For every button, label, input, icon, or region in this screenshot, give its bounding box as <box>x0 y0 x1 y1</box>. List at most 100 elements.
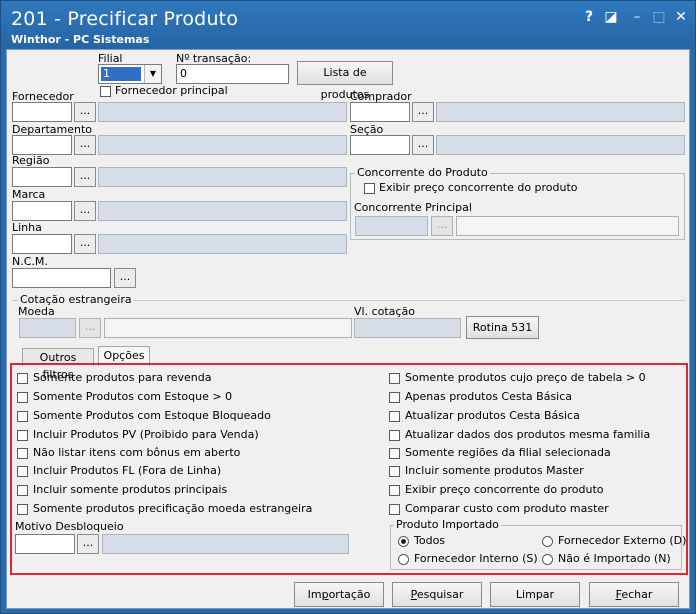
motivo-code-input[interactable] <box>15 534 75 554</box>
fornecedor-externo-label: Fornecedor Externo (D) <box>558 534 687 547</box>
nao-importado-label: Não é Importado (N) <box>558 552 671 565</box>
transacao-input[interactable]: 0 <box>176 64 289 84</box>
option-right-label-2: Apenas produtos Cesta Básica <box>405 390 573 403</box>
option-left-label-2: Somente Produtos com Estoque > 0 <box>33 390 233 403</box>
fornecedor-externo-radio[interactable] <box>542 536 553 547</box>
option-left-checkbox-4[interactable] <box>17 430 28 441</box>
produto-importado-group: Produto Importado Todos Fornecedor Exter… <box>390 518 686 570</box>
option-right-checkbox-7[interactable] <box>389 485 400 496</box>
fornecedor-search-button[interactable]: ... <box>74 102 96 122</box>
vl-cotacao-label: Vl. cotação <box>354 305 415 318</box>
importacao-label-rest: ortação <box>328 588 371 601</box>
importacao-button[interactable]: Importação <box>294 582 384 607</box>
fornecedor-interno-label: Fornecedor Interno (S) <box>414 552 538 565</box>
option-left-label-1: Somente produtos para revenda <box>33 371 212 384</box>
comprador-search-button[interactable]: ... <box>412 102 434 122</box>
help-icon[interactable]: ? <box>581 9 597 25</box>
lista-produtos-button[interactable]: Lista de produtos <box>297 61 393 101</box>
nao-importado-radio[interactable] <box>542 554 553 565</box>
ncm-search-button[interactable]: ... <box>114 268 136 288</box>
title-bar[interactable]: 201 - Precificar Produto Winthor - PC Si… <box>1 1 695 49</box>
secao-code-input[interactable] <box>350 135 410 155</box>
edit-layout-icon[interactable]: ◪ <box>603 9 619 25</box>
moeda-label: Moeda <box>18 305 55 318</box>
marca-label: Marca <box>12 188 46 201</box>
option-right-label-8: Comparar custo com produto master <box>405 502 609 515</box>
option-left-checkbox-6[interactable] <box>17 466 28 477</box>
fornecedor-principal-checkbox[interactable] <box>100 86 111 97</box>
window-title: 201 - Precificar Produto <box>11 8 239 30</box>
secao-search-button[interactable]: ... <box>412 135 434 155</box>
option-right-checkbox-2[interactable] <box>389 392 400 403</box>
motivo-desbloqueio-label: Motivo Desbloqueio <box>15 520 124 533</box>
option-left-label-4: Incluir Produtos PV (Proibido para Venda… <box>33 428 259 441</box>
exibir-concorrente-label: Exibir preço concorrente do produto <box>379 181 578 194</box>
produto-importado-title: Produto Importado <box>394 518 501 531</box>
application-window: 201 - Precificar Produto Winthor - PC Si… <box>0 0 696 614</box>
maximize-icon[interactable]: □ <box>651 9 667 25</box>
option-left-checkbox-7[interactable] <box>17 485 28 496</box>
linha-code-input[interactable] <box>12 234 72 254</box>
marca-name-field <box>98 201 347 221</box>
importacao-accelerator: p <box>321 588 329 601</box>
regiao-search-button[interactable]: ... <box>74 167 96 187</box>
concorrente-code-field <box>355 216 428 236</box>
option-left-checkbox-5[interactable] <box>17 448 28 459</box>
marca-code-input[interactable] <box>12 201 72 221</box>
comprador-code-input[interactable] <box>350 102 410 122</box>
departamento-code-input[interactable] <box>12 135 72 155</box>
ncm-label: N.C.M. <box>12 255 48 268</box>
close-icon[interactable]: ✕ <box>673 9 689 25</box>
option-left-label-8: Somente produtos precificação moeda estr… <box>33 502 313 515</box>
fornecedor-interno-radio[interactable] <box>398 554 409 565</box>
option-left-label-3: Somente Produtos com Estoque Bloqueado <box>33 409 271 422</box>
option-right-label-5: Somente regiões da filial selecionada <box>405 446 611 459</box>
motivo-search-button[interactable]: ... <box>77 534 99 554</box>
limpar-button[interactable]: Limpar <box>490 582 580 607</box>
option-right-label-7: Exibir preço concorrente do produto <box>405 483 604 496</box>
linha-search-button[interactable]: ... <box>74 234 96 254</box>
ncm-input[interactable] <box>12 268 111 288</box>
filial-select[interactable]: 1 ▼ <box>98 64 162 84</box>
vl-cotacao-field <box>354 318 461 338</box>
motivo-name-field <box>102 534 349 554</box>
linha-label: Linha <box>12 221 42 234</box>
minimize-icon[interactable]: – <box>629 9 645 25</box>
moeda-search-button[interactable]: ... <box>79 318 101 338</box>
option-left-checkbox-3[interactable] <box>17 411 28 422</box>
option-right-checkbox-3[interactable] <box>389 411 400 422</box>
chevron-down-icon[interactable]: ▼ <box>144 65 161 83</box>
comprador-name-field <box>436 102 685 122</box>
exibir-concorrente-checkbox[interactable] <box>364 183 375 194</box>
limpar-label: Limpar <box>515 588 555 601</box>
option-right-checkbox-1[interactable] <box>389 373 400 384</box>
option-left-checkbox-2[interactable] <box>17 392 28 403</box>
departamento-search-button[interactable]: ... <box>74 135 96 155</box>
fornecedor-name-field <box>98 102 347 122</box>
option-right-label-1: Somente produtos cujo preço de tabela > … <box>405 371 646 384</box>
fornecedor-code-input[interactable] <box>12 102 72 122</box>
pesquisar-button[interactable]: Pesquisar <box>392 582 482 607</box>
concorrente-group-title: Concorrente do Produto <box>355 166 490 179</box>
option-right-checkbox-8[interactable] <box>389 504 400 515</box>
todos-label: Todos <box>414 534 446 547</box>
todos-radio[interactable] <box>398 536 409 547</box>
fechar-button[interactable]: Fechar <box>589 582 679 607</box>
linha-name-field <box>98 234 347 254</box>
secao-name-field <box>436 135 685 155</box>
pesquisar-label-rest: esquisar <box>416 588 464 601</box>
option-right-checkbox-6[interactable] <box>389 466 400 477</box>
fechar-label-rest: echar <box>621 588 653 601</box>
option-right-checkbox-5[interactable] <box>389 448 400 459</box>
regiao-code-input[interactable] <box>12 167 72 187</box>
option-left-checkbox-8[interactable] <box>17 504 28 515</box>
option-right-label-4: Atualizar dados dos produtos mesma famil… <box>405 428 651 441</box>
marca-search-button[interactable]: ... <box>74 201 96 221</box>
option-left-label-7: Incluir somente produtos principais <box>33 483 228 496</box>
concorrente-search-button[interactable]: ... <box>431 216 453 236</box>
option-left-label-6: Incluir Produtos FL (Fora de Linha) <box>33 464 222 477</box>
option-left-label-5: Não listar itens com bônus em aberto <box>33 446 241 459</box>
rotina-531-button[interactable]: Rotina 531 <box>466 316 539 339</box>
option-right-checkbox-4[interactable] <box>389 430 400 441</box>
option-left-checkbox-1[interactable] <box>17 373 28 384</box>
